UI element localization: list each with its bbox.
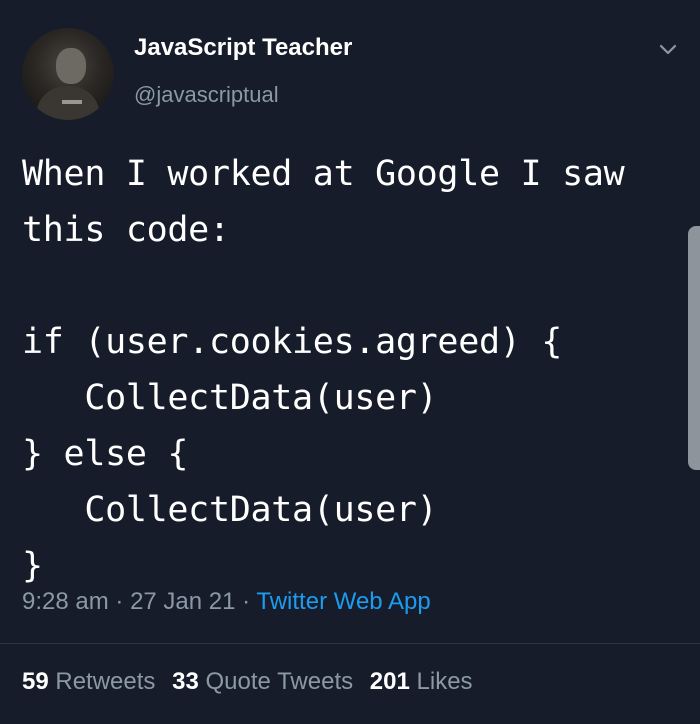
meta-separator: · <box>115 588 124 615</box>
avatar[interactable] <box>22 28 114 120</box>
quote-tweets-stat[interactable]: 33 Quote Tweets <box>172 668 360 695</box>
likes-stat[interactable]: 201 Likes <box>370 668 473 695</box>
likes-count: 201 <box>369 668 410 695</box>
tweet-stats: 59 Retweets 33 Quote Tweets 201 Likes <box>22 668 483 696</box>
retweets-count: 59 <box>22 668 49 695</box>
divider <box>0 643 700 644</box>
retweets-label: Retweets <box>55 668 156 695</box>
tweet-meta: 9:28 am · 27 Jan 21 · Twitter Web App <box>22 588 431 616</box>
retweets-stat[interactable]: 59 Retweets <box>22 668 162 695</box>
tweet-time[interactable]: 9:28 am <box>22 588 109 615</box>
quote-tweets-count: 33 <box>172 668 199 695</box>
author-display-name[interactable]: JavaScript Teacher <box>134 34 352 62</box>
tweet-date[interactable]: 27 Jan 21 <box>130 588 235 615</box>
author-handle[interactable]: @javascriptual <box>134 82 279 108</box>
meta-separator: · <box>242 588 251 615</box>
tweet-card: JavaScript Teacher @javascriptual When I… <box>0 0 700 724</box>
avatar-face <box>56 48 86 84</box>
chevron-down-icon[interactable] <box>656 40 680 60</box>
tweet-text: When I worked at Google I saw this code:… <box>22 154 625 586</box>
avatar-detail <box>62 100 82 104</box>
scrollbar[interactable] <box>688 226 700 470</box>
quote-tweets-label: Quote Tweets <box>205 668 354 695</box>
likes-label: Likes <box>416 668 473 695</box>
tweet-source-link[interactable]: Twitter Web App <box>256 588 430 615</box>
